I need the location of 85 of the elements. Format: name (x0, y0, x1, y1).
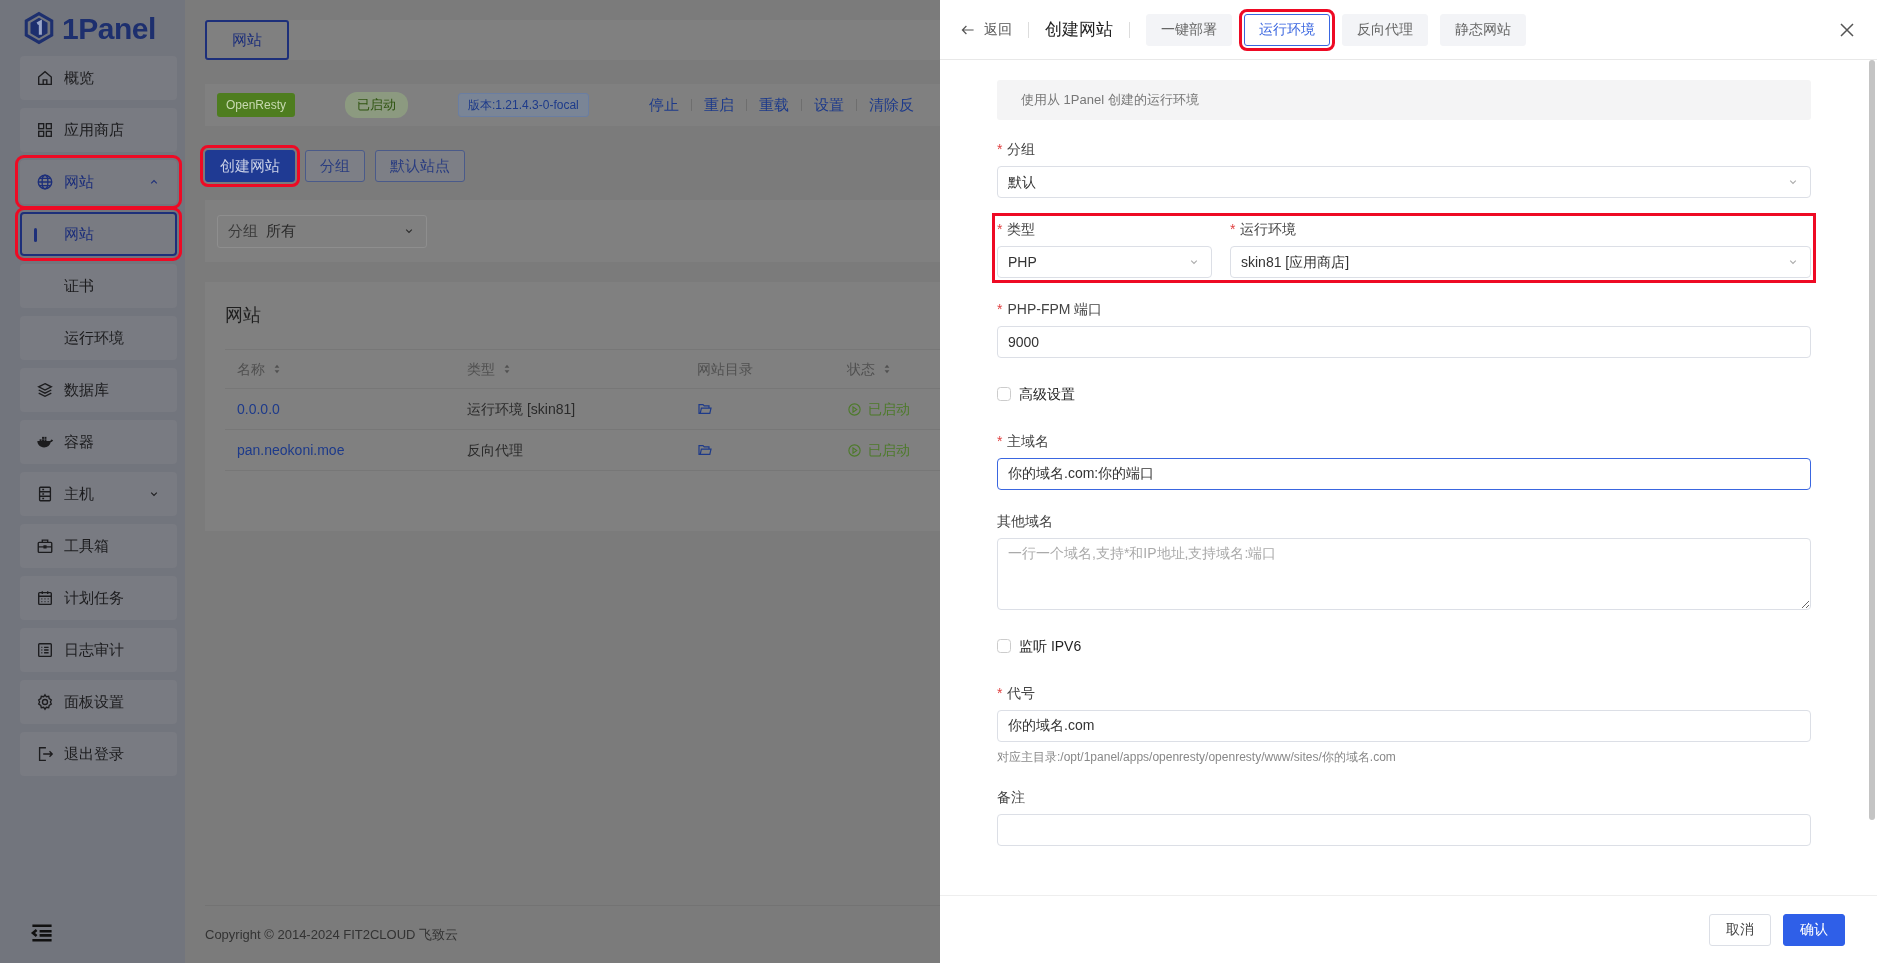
input-field[interactable]: 9000 (997, 326, 1811, 358)
logo-icon (22, 11, 56, 45)
required-asterisk: * (1230, 219, 1236, 239)
grid-icon (36, 121, 54, 139)
action-link[interactable]: 清除反 (868, 93, 914, 117)
field-label: 运行环境 (1240, 219, 1297, 239)
back-button[interactable]: 返回 (960, 19, 1012, 40)
status-text: 已启动 (868, 440, 910, 460)
required-asterisk: * (997, 219, 1003, 239)
play-circle-icon (847, 401, 862, 417)
required-asterisk: * (997, 683, 1003, 703)
site-link[interactable]: 0.0.0.0 (237, 398, 280, 420)
action-link[interactable]: 设置 (813, 93, 844, 117)
layers-icon (36, 381, 54, 399)
status-text: 已启动 (868, 399, 910, 419)
sidebar-item[interactable]: 工具箱 (20, 524, 177, 568)
home-icon (36, 69, 54, 87)
help-text: 对应主目录:/opt/1panel/apps/openresty/openresty/www/sites/你的域名.com (997, 749, 1397, 766)
gear-icon (36, 693, 54, 711)
checkbox-label: 高级设置 (1019, 384, 1075, 404)
required-asterisk: * (997, 299, 1003, 319)
copyright-text: Copyright © 2014-2024 FIT2CLOUD 飞致云 (205, 925, 459, 944)
tab[interactable]: 一键部署 (1146, 13, 1232, 46)
notice-text: 使用从 1Panel 创建的运行环境 (997, 80, 1811, 120)
sidebar-item[interactable]: 主机 (20, 472, 177, 516)
server-icon (36, 485, 54, 503)
input-field[interactable] (997, 814, 1811, 846)
toolbox-icon (36, 537, 54, 555)
app-tag: OpenResty (217, 93, 296, 117)
select-field[interactable]: PHP (997, 246, 1212, 278)
checkbox[interactable] (997, 387, 1011, 401)
logout-icon (36, 745, 54, 763)
drawer-title: 创建网站 (1045, 18, 1113, 41)
textarea-field[interactable]: 一行一个域名,支持*和IP地址,支持域名:端口 (997, 538, 1811, 610)
site-link[interactable]: pan.neokoni.moe (237, 439, 345, 461)
group-filter-select[interactable]: 分组 所有 (217, 214, 427, 248)
sidebar-item[interactable]: 退出登录 (20, 732, 177, 776)
sidebar-item[interactable]: 计划任务 (20, 576, 177, 620)
sidebar-item[interactable]: 应用商店 (20, 108, 177, 152)
footer-button[interactable]: 确认 (1783, 913, 1845, 946)
field-label: 主域名 (1007, 431, 1050, 451)
field-label: 代号 (1007, 683, 1036, 703)
folder-icon (697, 442, 713, 458)
sidebar-item[interactable]: 日志审计 (20, 628, 177, 672)
field-label: 类型 (1007, 219, 1036, 239)
calendar-icon (36, 589, 54, 607)
footer-button[interactable]: 取消 (1709, 913, 1771, 946)
action-link[interactable]: 停止 (648, 93, 679, 117)
sidebar-item[interactable]: 数据库 (20, 368, 177, 412)
field-label: 分组 (1007, 139, 1036, 159)
logo-text: 1Panel (62, 10, 156, 47)
submenu-item[interactable]: 运行环境 (20, 316, 177, 360)
select-field[interactable]: 默认 (997, 166, 1811, 198)
required-asterisk: * (997, 431, 1003, 451)
field-label: 其他域名 (997, 511, 1053, 531)
field-label: 备注 (997, 787, 1025, 807)
version-tag: 版本:1.21.4.3-0-focal (458, 93, 589, 117)
select-field[interactable]: skin81 [应用商店] (1230, 246, 1811, 278)
scrollbar-thumb[interactable] (1869, 60, 1875, 820)
toolbar-button[interactable]: 分组 (305, 150, 365, 182)
checkbox[interactable] (997, 639, 1011, 653)
action-link[interactable]: 重载 (758, 93, 789, 117)
tab[interactable]: 静态网站 (1440, 13, 1526, 46)
card-title: 网站 (225, 304, 262, 327)
required-asterisk: * (997, 139, 1003, 159)
table-cell: 反向代理 (455, 430, 685, 471)
field-label: PHP-FPM 端口 (1007, 299, 1103, 319)
sidebar-item[interactable]: 概览 (20, 56, 177, 100)
sidebar-item[interactable]: 容器 (20, 420, 177, 464)
play-circle-icon (847, 442, 862, 458)
globe-icon (36, 173, 54, 191)
action-link[interactable]: 重启 (703, 93, 734, 117)
input-field[interactable]: 你的域名.com:你的端口 (997, 458, 1811, 490)
checkbox-label: 监听 IPV6 (1019, 636, 1082, 656)
menu-icon (30, 921, 54, 945)
tab[interactable]: 网站 (205, 20, 289, 60)
status-tag: 已启动 (345, 92, 409, 118)
toolbar-button[interactable]: 默认站点 (375, 150, 465, 182)
submenu-item[interactable]: 证书 (20, 264, 177, 308)
table-cell: 运行环境 [skin81] (455, 389, 685, 430)
list-icon (36, 641, 54, 659)
sidebar-item[interactable]: 面板设置 (20, 680, 177, 724)
tab[interactable]: 反向代理 (1342, 13, 1428, 46)
folder-icon (697, 401, 713, 417)
input-field[interactable]: 你的域名.com (997, 710, 1811, 742)
